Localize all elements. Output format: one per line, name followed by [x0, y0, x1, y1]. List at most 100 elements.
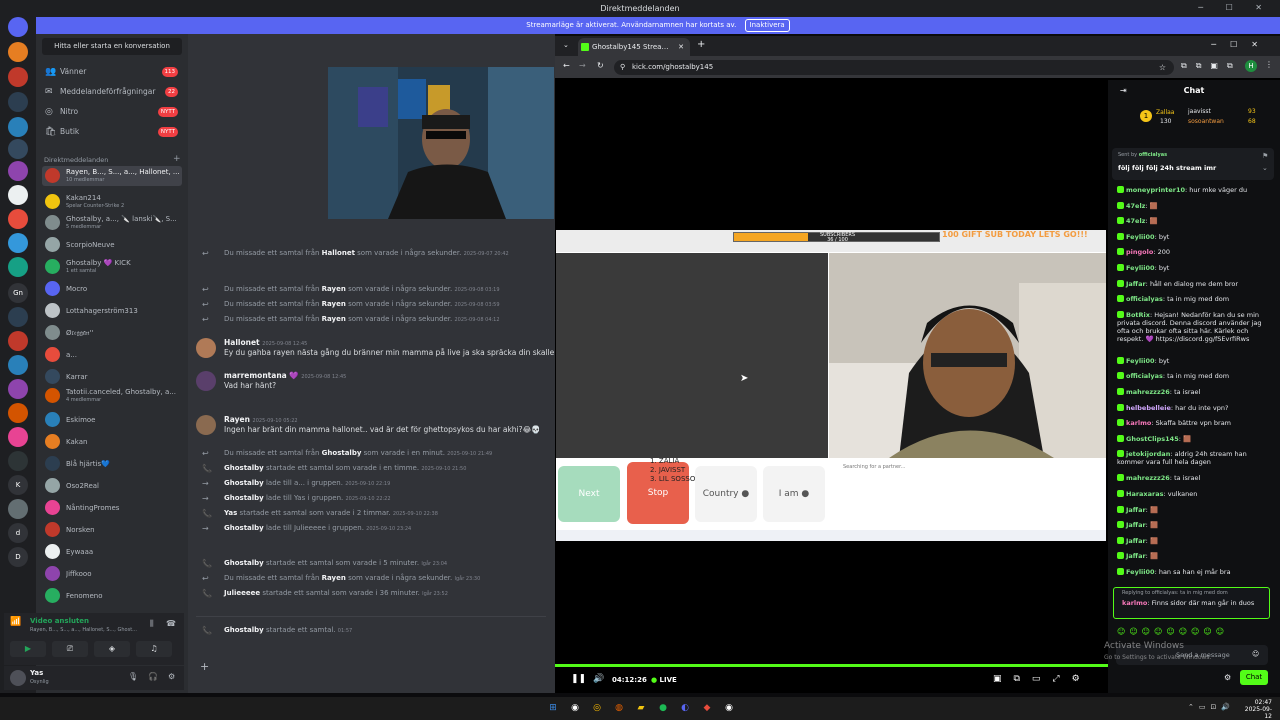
system-user[interactable]: Ghostalby	[224, 479, 264, 487]
system-user[interactable]: Rayen	[322, 300, 346, 308]
dm-item[interactable]: Ghostalby, a..., 🔪 lanski🔪, S... 5 medlem…	[42, 213, 182, 233]
chat-username[interactable]: officialyas	[1126, 372, 1163, 380]
dm-item[interactable]: Tatotii.canceled, Ghostalby, a... 4 medle…	[42, 386, 182, 406]
dm-item[interactable]: Mocro	[42, 279, 182, 299]
author-name[interactable]: Hallonet	[224, 338, 260, 347]
window-controls[interactable]: ─ ☐ ✕	[1198, 3, 1272, 12]
dm-item[interactable]: Oso2Real	[42, 476, 182, 496]
author-name[interactable]: Rayen	[224, 415, 250, 424]
tab-kick-stream[interactable]: Ghostalby145 Stream - Wa ✕	[578, 38, 690, 56]
system-user[interactable]: Rayen	[322, 285, 346, 293]
system-user[interactable]: Ghostalby	[224, 524, 264, 532]
activity-button[interactable]: ◈	[94, 641, 130, 657]
add-dm-button[interactable]: +	[173, 154, 181, 164]
dm-item[interactable]: Blå hjärtis💙	[42, 454, 182, 474]
chat-username[interactable]: Jaffar	[1126, 521, 1146, 529]
system-user[interactable]: Ghostalby	[224, 626, 264, 634]
avatar[interactable]	[196, 338, 216, 358]
system-user[interactable]: Julieeeee	[224, 589, 260, 597]
forward-icon[interactable]: →	[579, 61, 586, 70]
server-icon[interactable]: D	[8, 547, 28, 567]
bookmark-star-icon[interactable]: ☆	[1159, 60, 1166, 75]
new-tab-icon[interactable]: +	[697, 39, 705, 50]
chat-username[interactable]: Haraxaras	[1126, 490, 1163, 498]
chat-username[interactable]: BotRix	[1126, 311, 1150, 319]
chat-username[interactable]: Feylii00	[1126, 264, 1155, 272]
dm-item[interactable]: Kakan	[42, 432, 182, 452]
server-icon[interactable]	[8, 161, 28, 181]
system-user[interactable]: Ghostalby	[224, 559, 264, 567]
mic-icon[interactable]: 🎙	[128, 672, 138, 681]
disable-streamer-mode-button[interactable]: Inaktivera	[744, 19, 790, 32]
chat-username[interactable]: Feylii00	[1126, 233, 1155, 241]
chat-username[interactable]: mahrezzz26	[1126, 388, 1170, 396]
chat-username[interactable]: 47elz	[1126, 202, 1145, 210]
avatar[interactable]	[10, 670, 26, 686]
avatar[interactable]	[196, 371, 216, 391]
server-icon[interactable]	[8, 139, 28, 159]
dm-item[interactable]: Jiffkooo	[42, 564, 182, 584]
tab-menu-icon[interactable]: ⌄	[563, 41, 569, 49]
dm-item[interactable]: Eskimoe	[42, 410, 182, 430]
i-am-button[interactable]: I am ●	[763, 466, 825, 522]
camera-button[interactable]: ▶	[10, 641, 46, 657]
system-user[interactable]: Rayen	[322, 315, 346, 323]
server-icon[interactable]	[8, 307, 28, 327]
server-icon[interactable]	[8, 257, 28, 277]
profile-avatar[interactable]: H	[1245, 60, 1257, 72]
chat-username[interactable]: GhostClips145	[1126, 435, 1179, 443]
server-icon[interactable]	[8, 499, 28, 519]
close-tab-icon[interactable]: ✕	[678, 38, 684, 56]
chat-username[interactable]: Feylii00	[1126, 357, 1155, 365]
browser-icon[interactable]: ◍	[611, 700, 627, 716]
dm-item[interactable]: a...	[42, 345, 182, 365]
server-icon[interactable]	[8, 233, 28, 253]
volume-icon[interactable]: 🔊	[593, 674, 604, 684]
pin-icon[interactable]: ⚑	[1262, 152, 1268, 160]
pause-icon[interactable]: ❚❚	[571, 674, 586, 684]
file-explorer-icon[interactable]: ▰	[633, 700, 649, 716]
message-author[interactable]: Hallonet 2025-09-08 12:45	[224, 338, 307, 347]
system-user[interactable]: Rayen	[322, 574, 346, 582]
site-info-icon[interactable]: ⚲	[620, 60, 625, 75]
message-author[interactable]: marremontana 💜 2025-09-08 12:45	[224, 371, 346, 380]
chat-username[interactable]: Jaffar	[1126, 506, 1146, 514]
sidebar-nav-item[interactable]: ✉ Meddelandeförfrågningar 22	[42, 83, 182, 101]
sidebar-nav-item[interactable]: ◎ Nitro NYTT	[42, 103, 182, 121]
dm-item[interactable]: Lottahagerström313	[42, 301, 182, 321]
server-icon[interactable]	[8, 355, 28, 375]
tray-icons[interactable]: ⌃▭⊡🔊	[1188, 703, 1235, 711]
dm-item[interactable]: Eywaaa	[42, 542, 182, 562]
system-user[interactable]: Ghostalby	[224, 464, 264, 472]
soundboard-button[interactable]: ♫	[136, 641, 172, 657]
server-icon[interactable]: d	[8, 523, 28, 543]
message-author[interactable]: Rayen 2025-09-10 05:22	[224, 415, 298, 424]
server-icon[interactable]	[8, 92, 28, 112]
server-icon[interactable]	[8, 427, 28, 447]
app-icon[interactable]: ◆	[699, 700, 715, 716]
attach-plus-icon[interactable]: +	[200, 660, 209, 673]
author-name[interactable]: marremontana 💜	[224, 371, 299, 380]
send-chat-button[interactable]: Chat	[1240, 670, 1268, 685]
steam-icon-2[interactable]: ◉	[721, 700, 737, 716]
chat-username[interactable]: moneyprinter10	[1126, 186, 1185, 194]
browser-window-controls[interactable]: ─☐✕	[1211, 40, 1272, 49]
chat-username[interactable]: pingolo	[1126, 248, 1153, 256]
clock[interactable]: 02:47 2025-09-12	[1240, 699, 1272, 720]
spotify-icon[interactable]: ●	[655, 700, 671, 716]
server-icon[interactable]	[8, 403, 28, 423]
chat-username[interactable]: 47elz	[1126, 217, 1145, 225]
dm-item[interactable]: Kakan214 Spelar Counter-Strike 2	[42, 192, 182, 212]
windows-start-icon[interactable]: ⊞	[545, 700, 561, 716]
system-user[interactable]: Hallonet	[322, 249, 355, 257]
server-icon[interactable]	[8, 379, 28, 399]
dm-item[interactable]: Fenomeno	[42, 586, 182, 606]
player-progress-bar[interactable]	[555, 664, 1108, 667]
settings-gear-icon[interactable]: ⚙	[168, 672, 175, 681]
system-user[interactable]: Ghostalby	[322, 449, 362, 457]
dm-item[interactable]: NåntingPromes	[42, 498, 182, 518]
noise-suppression-icon[interactable]: ⫼	[150, 619, 154, 629]
headphones-icon[interactable]: 🎧	[148, 672, 158, 681]
reload-icon[interactable]: ↻	[597, 61, 604, 70]
server-icon[interactable]	[8, 117, 28, 137]
